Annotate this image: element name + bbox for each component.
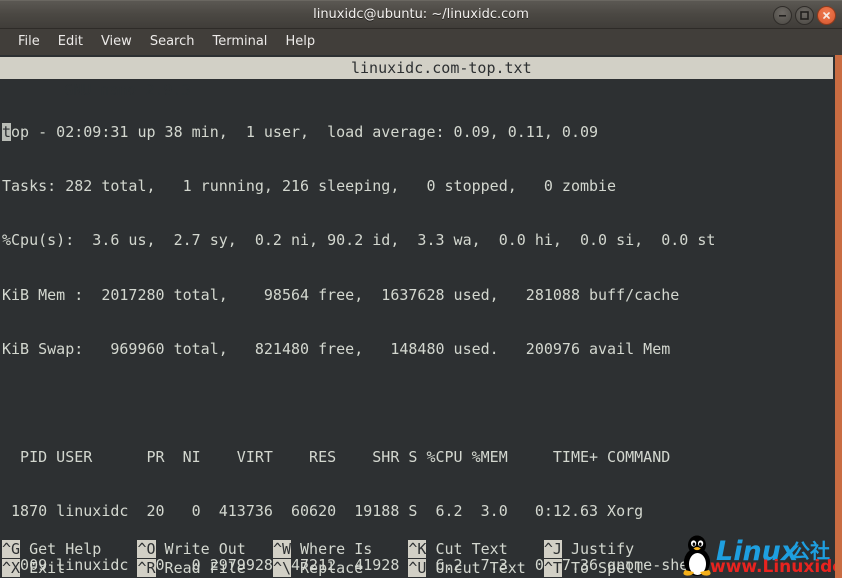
nano-shortcut-bar: ^G Get Help ^O Write Out ^W Where Is ^K … <box>0 540 842 578</box>
nano-titlebar: GNU nano 2.9.3 linuxidc.com-top.txt <box>0 57 833 99</box>
shortcut-label-cut-text: Cut Text <box>426 540 544 558</box>
window-controls <box>773 1 836 30</box>
table-row: 1870 linuxidc 20 0 413736 60620 19188 S … <box>2 502 644 521</box>
terminal-window: linuxidc@ubuntu: ~/linuxidc.com File Edi… <box>0 0 842 578</box>
terminal-body[interactable]: GNU nano 2.9.3 linuxidc.com-top.txt top … <box>0 55 842 578</box>
shortcut-label-read-file: Read File <box>155 559 273 577</box>
top-summary-cpu: %Cpu(s): 3.6 us, 2.7 sy, 0.2 ni, 90.2 id… <box>2 231 716 250</box>
shortcut-key-cut-text[interactable]: ^K <box>408 540 427 558</box>
nano-shortcut-row-1: ^G Get Help ^O Write Out ^W Where Is ^K … <box>2 540 842 559</box>
shortcut-key-exit[interactable]: ^X <box>2 559 21 577</box>
shortcut-label-exit: Exit <box>20 559 138 577</box>
window-title: linuxidc@ubuntu: ~/linuxidc.com <box>313 7 529 22</box>
shortcut-label-replace: Replace <box>291 559 409 577</box>
top-summary-mem: KiB Mem : 2017280 total, 98564 free, 163… <box>2 285 680 304</box>
menu-item-edit[interactable]: Edit <box>49 32 92 52</box>
minus-icon <box>779 15 786 17</box>
menu-item-file[interactable]: File <box>9 32 49 52</box>
close-button[interactable] <box>817 6 836 25</box>
window-titlebar[interactable]: linuxidc@ubuntu: ~/linuxidc.com <box>0 0 842 29</box>
shortcut-label-uncut-text: Uncut Text <box>426 559 544 577</box>
menu-item-view[interactable]: View <box>92 32 141 52</box>
shortcut-key-write-out[interactable]: ^O <box>137 540 156 558</box>
minimize-button[interactable] <box>773 6 792 25</box>
process-table-header: PID USER PR NI VIRT RES SHR S %CPU %MEM … <box>2 447 671 466</box>
menu-bar: File Edit View Search Terminal Help <box>0 29 842 55</box>
menu-item-search[interactable]: Search <box>141 32 204 52</box>
shortcut-label-write-out: Write Out <box>155 540 273 558</box>
shortcut-key-replace[interactable]: ^\ <box>272 559 291 577</box>
shortcut-key-get-help[interactable]: ^G <box>2 540 21 558</box>
nano-filename: linuxidc.com-top.txt <box>351 59 532 77</box>
maximize-button[interactable] <box>795 6 814 25</box>
shortcut-label-where-is: Where Is <box>291 540 409 558</box>
menu-item-help[interactable]: Help <box>276 32 324 52</box>
terminal-scrollbar[interactable] <box>835 55 842 578</box>
shortcut-key-read-file[interactable]: ^R <box>137 559 156 577</box>
shortcut-key-where-is[interactable]: ^W <box>272 540 291 558</box>
top-summary-tasks: Tasks: 282 total, 1 running, 216 sleepin… <box>2 177 617 196</box>
nano-shortcut-row-2: ^X Exit ^R Read File ^\ Replace ^U Uncut… <box>2 559 842 578</box>
shortcut-label-justify: Justify <box>561 540 635 558</box>
nano-version: GNU nano 2.9.3 <box>64 81 191 99</box>
shortcut-key-uncut-text[interactable]: ^U <box>408 559 427 577</box>
square-icon <box>800 11 809 20</box>
close-icon <box>823 12 830 19</box>
nano-edit-area[interactable]: top - 02:09:31 up 38 min, 1 user, load a… <box>0 79 842 578</box>
shortcut-key-to-spell[interactable]: ^T <box>543 559 562 577</box>
shortcut-key-justify[interactable]: ^J <box>543 540 562 558</box>
menu-item-terminal[interactable]: Terminal <box>203 32 276 52</box>
top-summary-uptime-rest: op - 02:09:31 up 38 min, 1 user, load av… <box>11 123 599 142</box>
top-summary-uptime: top - 02:09:31 up 38 min, 1 user, load a… <box>2 123 842 142</box>
shortcut-label-get-help: Get Help <box>20 540 138 558</box>
shortcut-label-to-spell: To Spell <box>561 559 644 577</box>
top-summary-swap: KiB Swap: 969960 total, 821480 free, 148… <box>2 339 671 358</box>
